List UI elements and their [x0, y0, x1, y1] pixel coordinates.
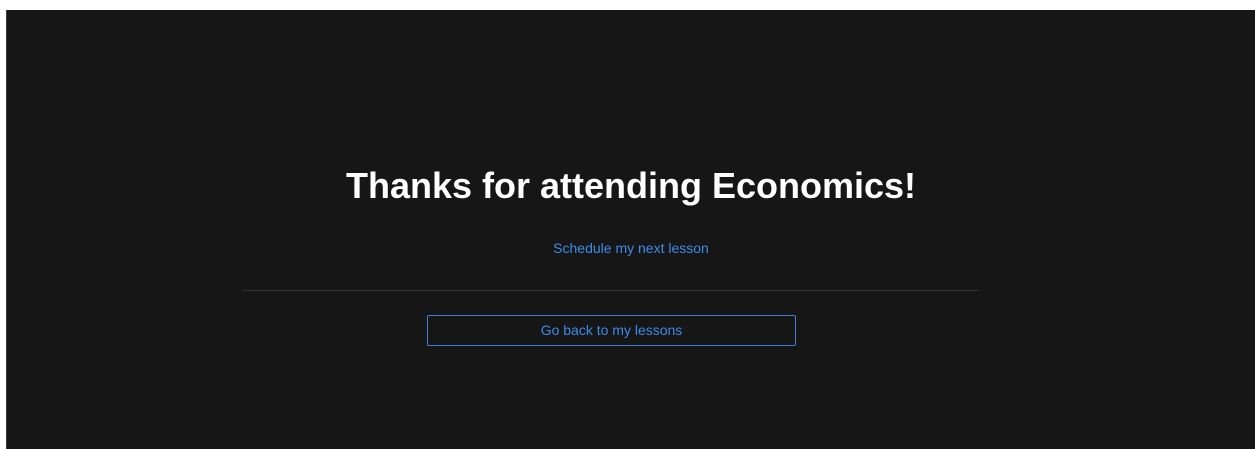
go-back-to-lessons-button[interactable]: Go back to my lessons — [427, 315, 796, 346]
schedule-next-lesson-link[interactable]: Schedule my next lesson — [7, 239, 1255, 257]
page-title: Thanks for attending Economics! — [345, 165, 917, 206]
completion-content: Thanks for attending Economics! Schedule… — [7, 10, 1255, 449]
main-panel: Thanks for attending Economics! Schedule… — [6, 10, 1255, 449]
divider — [243, 290, 979, 291]
